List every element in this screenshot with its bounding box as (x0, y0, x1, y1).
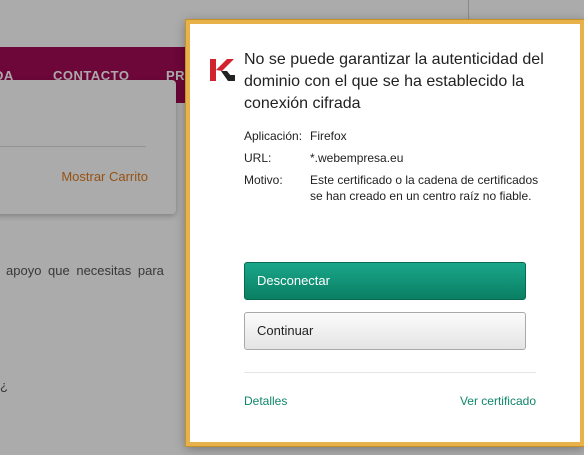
kaspersky-k-icon (210, 59, 235, 81)
certificate-warning-dialog: No se puede garantizar la autenticidad d… (186, 20, 584, 446)
application-value: Firefox (310, 129, 347, 143)
disconnect-button[interactable]: Desconectar (244, 262, 526, 300)
dialog-title: No se puede garantizar la autenticidad d… (244, 51, 544, 112)
application-label: Aplicación: (244, 129, 303, 143)
url-label: URL: (244, 151, 272, 165)
view-certificate-link[interactable]: Ver certificado (460, 394, 536, 408)
continue-button[interactable]: Continuar (244, 312, 526, 350)
reason-label: Motivo: (244, 173, 283, 187)
dialog-divider (244, 372, 536, 373)
reason-value: Este certificado o la cadena de certific… (310, 173, 539, 203)
details-link[interactable]: Detalles (244, 394, 287, 408)
url-value: *.webempresa.eu (310, 151, 404, 165)
